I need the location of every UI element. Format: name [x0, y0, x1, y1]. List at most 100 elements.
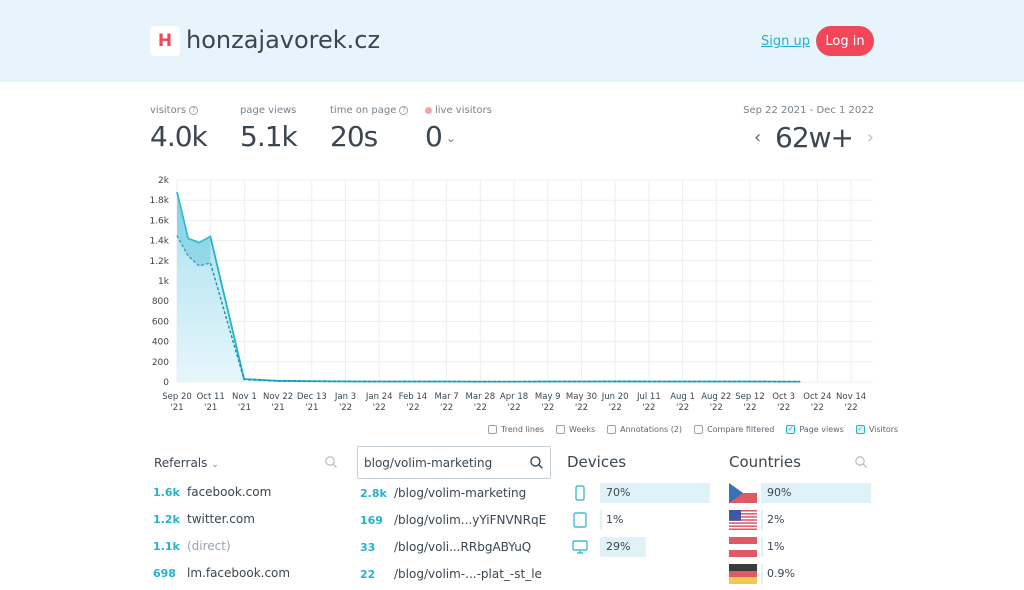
device-row[interactable]: 70% — [570, 483, 710, 503]
visitors-line[interactable] — [176, 235, 801, 383]
x-tick-label: Apr 18 — [500, 392, 528, 402]
chevron-left-icon[interactable]: ‹ — [754, 127, 761, 148]
x-tick-label: Feb 14 — [399, 392, 428, 402]
traffic-chart[interactable]: 2k1.8k1.6k1.4k1.2k1k8006004002000Sep 20'… — [140, 172, 880, 417]
x-tick-sublabel: '21 — [204, 403, 217, 413]
x-tick-label: Sep 12 — [735, 392, 765, 402]
x-tick-label: Jul 11 — [636, 392, 661, 402]
page-count: 22 — [360, 567, 376, 581]
x-tick-sublabel: '22 — [845, 403, 858, 413]
checkbox[interactable] — [694, 424, 704, 434]
chart-toggle[interactable]: ✓ Page views — [786, 423, 844, 435]
checkbox[interactable] — [556, 424, 566, 434]
chart-toggle-label: Annotations (2) — [620, 424, 683, 434]
stat-live-visitors[interactable]: live visitors 0 ⌄ — [425, 105, 492, 153]
x-tick-sublabel: '22 — [440, 403, 453, 413]
referral-row[interactable]: 1.2k twitter.com — [153, 509, 255, 529]
stat-time-on-page-label: time on page — [330, 105, 397, 116]
x-tick-label: Jan 3 — [334, 392, 356, 402]
page-path: /blog/volim-...-plat_-st_le — [394, 567, 542, 581]
country-percent: 0.9% — [767, 567, 795, 580]
chart-toggle[interactable]: Weeks — [556, 423, 595, 435]
page-search-value: blog/volim-marketing — [364, 455, 493, 470]
page-path: /blog/voli...RRbgABYuQ — [394, 540, 532, 554]
help-icon[interactable]: ? — [399, 106, 409, 115]
checkbox[interactable] — [488, 424, 497, 434]
referral-label: twitter.com — [187, 512, 255, 526]
x-tick-sublabel: '22 — [609, 403, 622, 413]
austria-flag-icon — [729, 537, 757, 557]
referral-count: 1.1k — [153, 539, 180, 553]
chart-toggle[interactable]: ✓ Visitors — [855, 423, 898, 435]
country-bar[interactable] — [761, 564, 763, 584]
search-icon[interactable] — [324, 455, 338, 469]
x-tick-sublabel: '22 — [474, 403, 487, 413]
x-tick-label: Oct 3 — [772, 392, 795, 402]
login-button[interactable]: Log in — [816, 26, 874, 56]
referral-label: lm.facebook.com — [187, 566, 291, 580]
checkbox[interactable]: ✓ — [786, 424, 796, 434]
site-logo-icon[interactable]: H — [150, 26, 180, 56]
czech-flag-icon — [729, 483, 757, 503]
y-tick-label: 0 — [163, 378, 169, 388]
chart-toggle-label: Weeks — [569, 424, 596, 434]
search-icon[interactable] — [854, 455, 868, 469]
stat-time-on-page[interactable]: time on page? 20s — [330, 105, 409, 153]
site-name[interactable]: honzajavorek.cz — [186, 26, 380, 54]
live-dot-icon — [425, 107, 432, 114]
x-tick-label: Aug 1 — [670, 392, 695, 402]
x-tick-label: Oct 24 — [803, 392, 831, 402]
country-bar[interactable] — [761, 510, 764, 530]
referral-row[interactable]: 1.1k (direct) — [153, 536, 231, 556]
germany-flag-icon — [729, 564, 757, 584]
x-tick-label: Jun 20 — [601, 392, 629, 402]
countries-title: Countries — [729, 453, 801, 471]
referrals-title[interactable]: Referrals ⌄ — [154, 456, 219, 470]
x-tick-sublabel: '22 — [507, 403, 520, 413]
page-row[interactable]: 169/blog/volim...yYiFNVNRqE — [360, 510, 546, 530]
chart-toggle[interactable]: Trend lines — [488, 423, 544, 435]
chart-toggle[interactable]: Compare filtered — [694, 423, 774, 435]
x-tick-sublabel: '22 — [373, 403, 386, 413]
page-count: 2.8k — [360, 486, 387, 500]
device-row[interactable]: 29% — [570, 537, 710, 557]
x-tick-label: May 30 — [566, 392, 597, 402]
y-tick-label: 2k — [158, 176, 170, 186]
referrals-title-label: Referrals — [154, 456, 208, 470]
page-search-input[interactable]: blog/volim-marketing — [357, 446, 551, 479]
chart-toggles: Trend lines Weeks Annotations (2) Compare f… — [488, 423, 898, 435]
page-row[interactable]: 33/blog/voli...RRbgABYuQ — [360, 537, 531, 557]
checkbox[interactable]: ✓ — [855, 424, 865, 434]
x-tick-label: May 9 — [535, 392, 561, 402]
logo-letter: H — [157, 31, 173, 51]
device-row[interactable]: 1% — [570, 510, 710, 530]
country-bar[interactable] — [761, 537, 763, 557]
signup-link[interactable]: Sign up — [761, 34, 810, 49]
checkbox[interactable] — [607, 424, 617, 434]
stat-visitors[interactable]: visitors? 4.0k — [150, 105, 208, 153]
chart-toggle[interactable]: Annotations (2) — [607, 423, 682, 435]
top-header: H honzajavorek.cz Sign up Log in — [0, 0, 1024, 82]
chevron-down-icon[interactable]: ⌄ — [446, 131, 456, 145]
page-row[interactable]: 22/blog/volim-...-plat_-st_le — [360, 564, 542, 584]
referral-row[interactable]: 698 lm.facebook.com — [153, 563, 290, 583]
search-icon[interactable] — [529, 455, 544, 470]
x-tick-sublabel: '22 — [710, 403, 723, 413]
chevron-right-icon[interactable]: › — [867, 127, 874, 148]
country-percent: 1% — [767, 540, 785, 553]
period-selector: ‹ 62w+ › — [754, 120, 874, 154]
page-row[interactable]: 2.8k/blog/volim-marketing — [360, 483, 526, 503]
y-tick-label: 1.4k — [149, 237, 169, 247]
y-tick-label: 1.6k — [149, 216, 169, 226]
referral-row[interactable]: 1.6k facebook.com — [153, 482, 271, 502]
help-icon[interactable]: ? — [189, 106, 199, 115]
stat-live-visitors-value: 0 — [425, 120, 443, 153]
x-tick-label: Mar 28 — [466, 392, 496, 402]
chevron-down-icon: ⌄ — [211, 460, 219, 470]
chart-toggle-label: Page views — [799, 424, 844, 434]
y-tick-label: 600 — [152, 317, 169, 327]
x-tick-sublabel: '22 — [743, 403, 756, 413]
phone-icon — [575, 485, 585, 501]
period-value[interactable]: 62w+ — [775, 121, 854, 154]
stat-page-views[interactable]: page views 5.1k — [240, 105, 298, 153]
